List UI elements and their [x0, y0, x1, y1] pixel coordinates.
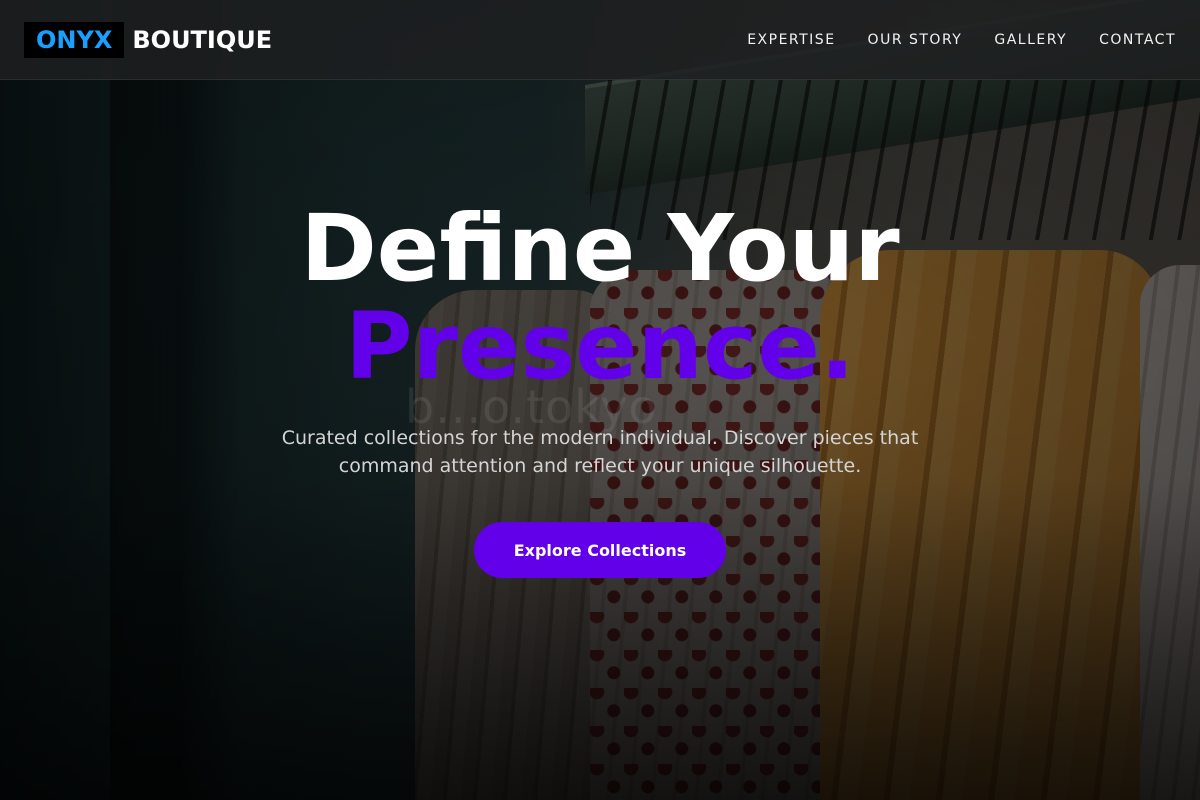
brand-mark: ONYX	[24, 21, 125, 58]
headline-line-1: Define Your	[300, 195, 900, 302]
nav-link-our-story[interactable]: OUR STORY	[868, 32, 963, 48]
navbar: ONYX BOUTIQUE EXPERTISE OUR STORY GALLER…	[0, 0, 1200, 80]
hero-subtext: Curated collections for the modern indiv…	[281, 427, 919, 477]
nav-link-gallery[interactable]: GALLERY	[994, 32, 1067, 48]
brand-logo[interactable]: ONYX BOUTIQUE	[24, 21, 273, 58]
headline-line-2-accent: Presence.	[345, 293, 855, 400]
nav-link-expertise[interactable]: EXPERTISE	[747, 32, 835, 48]
hero-headline: Define Your Presence.	[0, 200, 1200, 396]
nav-link-contact[interactable]: CONTACT	[1099, 32, 1176, 48]
explore-collections-button[interactable]: Explore Collections	[474, 522, 726, 578]
hero-content: Define Your Presence. Curated collection…	[0, 200, 1200, 578]
brand-word: BOUTIQUE	[132, 25, 273, 54]
nav-links: EXPERTISE OUR STORY GALLERY CONTACT	[747, 32, 1176, 48]
